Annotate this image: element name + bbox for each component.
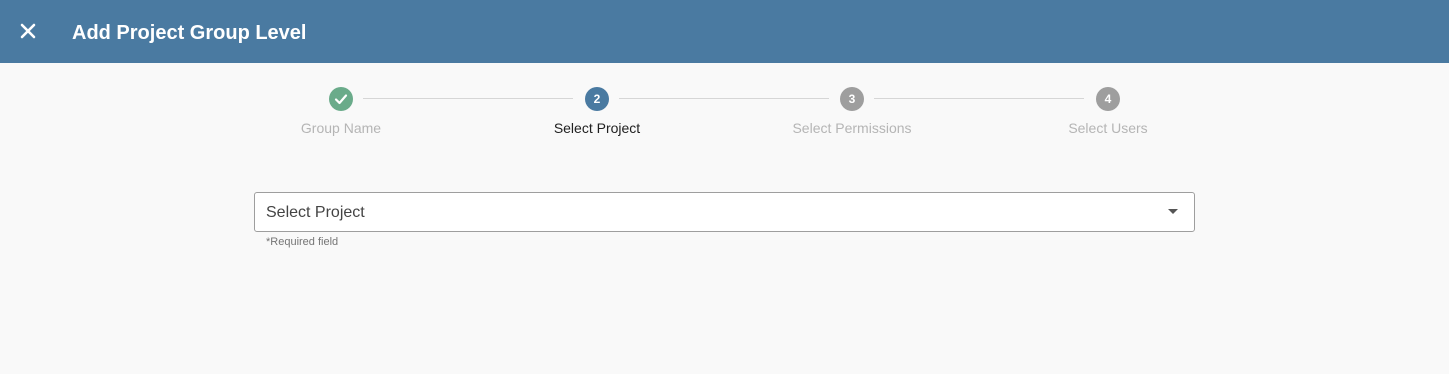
dialog-content: Group Name 2 Select Project 3 Select Per… (0, 63, 1449, 374)
step-2-indicator[interactable]: 2 (585, 87, 609, 111)
project-select-placeholder: Select Project (266, 204, 365, 221)
step-1-label: Group Name (300, 120, 382, 136)
check-icon (334, 94, 348, 105)
step-3-label: Select Permissions (792, 120, 912, 136)
stepper-connector (363, 98, 573, 99)
stepper-connector (874, 98, 1084, 99)
step-3-indicator[interactable]: 3 (840, 87, 864, 111)
step-4-indicator[interactable]: 4 (1096, 87, 1120, 111)
dialog-header: Add Project Group Level (0, 0, 1449, 63)
project-select[interactable]: Select Project (254, 192, 1195, 232)
chevron-down-icon (1168, 209, 1178, 214)
step-4-label: Select Users (1068, 120, 1148, 136)
dialog-title: Add Project Group Level (72, 22, 307, 44)
step-1-indicator[interactable] (329, 87, 353, 111)
stepper-connector (619, 98, 829, 99)
close-button[interactable] (14, 17, 42, 45)
step-2-label: Select Project (553, 120, 641, 136)
required-field-hint: *Required field (266, 236, 339, 248)
close-icon (20, 23, 36, 39)
